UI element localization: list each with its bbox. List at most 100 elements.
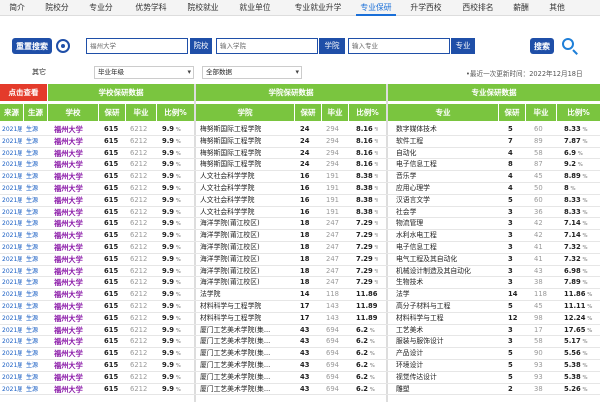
cell-major[interactable]: 物流管理: [396, 218, 496, 229]
cell-major[interactable]: 机械设计制造及其自动化: [396, 266, 496, 277]
school-button[interactable]: 院校: [190, 38, 212, 54]
college-input[interactable]: 输入学院: [216, 38, 318, 54]
table-row[interactable]: 2021届 生源 福州大学 615 6212 9.9 % 海洋学院(莆江校区) 18 247 7.…: [0, 277, 600, 290]
cell-origin[interactable]: 生源: [26, 348, 46, 359]
table-row[interactable]: 2021届 生源 福州大学 615 6212 9.9 % 材料科学与工程学院 17 143 11.…: [0, 301, 600, 313]
cell-major[interactable]: 数字媒体技术: [396, 124, 496, 135]
cell-college[interactable]: 海洋学院(莆江校区): [200, 242, 294, 253]
cell-origin[interactable]: 生源: [26, 360, 46, 371]
cell-school[interactable]: 福州大学: [54, 218, 96, 229]
cell-college[interactable]: 海洋学院(莆江校区): [200, 266, 294, 277]
table-row[interactable]: 2021届 生源 福州大学 615 6212 9.9 % 海洋学院(莆江校区) 18 247 7.…: [0, 242, 600, 254]
cell-origin[interactable]: 生源: [26, 372, 46, 383]
table-row[interactable]: 2021届 生源 福州大学 615 6212 9.9 % 厦门工艺美术学院(集... 43 69…: [0, 372, 600, 384]
cell-college[interactable]: 厦门工艺美术学院(集...: [200, 348, 294, 359]
cell-school[interactable]: 福州大学: [54, 384, 96, 395]
tab-salary[interactable]: 薪酬: [510, 2, 532, 16]
tab-school-employment[interactable]: 院校就业: [184, 2, 222, 16]
cell-college[interactable]: 梅努斯国际工程学院: [200, 159, 294, 170]
cell-major[interactable]: 电子信息工程: [396, 242, 496, 253]
cell-college[interactable]: 材料科学与工程学院: [200, 301, 294, 312]
tab-advantage[interactable]: 优势学科: [130, 2, 172, 16]
cell-year[interactable]: 2021届: [2, 301, 22, 312]
table-row[interactable]: 2021届 生源 福州大学 615 6212 9.9 % 海洋学院(莆江校区) 18 247 7.…: [0, 254, 600, 266]
cell-school[interactable]: 福州大学: [54, 159, 96, 170]
cell-major[interactable]: 应用心理学: [396, 183, 496, 194]
refresh-icon[interactable]: [56, 39, 70, 53]
cell-year[interactable]: 2021届: [2, 230, 22, 241]
table-row[interactable]: 2021届 生源 福州大学 615 6212 9.9 % 海洋学院(莆江校区) 18 247 7.…: [0, 230, 600, 242]
cell-college[interactable]: 厦门工艺美术学院(集...: [200, 325, 294, 336]
school-input[interactable]: 福州大学: [86, 38, 188, 54]
cell-year[interactable]: 2021届: [2, 207, 22, 218]
cell-major[interactable]: 水利水电工程: [396, 230, 496, 241]
table-row[interactable]: 2021届 生源 福州大学 615 6212 9.9 % 厦门工艺美术学院(集... 43 69…: [0, 325, 600, 337]
tab-school-score[interactable]: 院校分: [42, 2, 72, 16]
cell-school[interactable]: 福州大学: [54, 242, 96, 253]
cell-school[interactable]: 福州大学: [54, 372, 96, 383]
data-select[interactable]: 全部数据: [202, 66, 302, 79]
tab-intro[interactable]: 简介: [6, 2, 28, 16]
cell-school[interactable]: 福州大学: [54, 325, 96, 336]
table-row[interactable]: 2021届 生源 福州大学 615 6212 9.9 % 海洋学院(莆江校区) 18 247 7.…: [0, 218, 600, 231]
cell-year[interactable]: 2021届: [2, 159, 22, 170]
search-button[interactable]: 搜索: [530, 38, 554, 54]
table-row[interactable]: 2021届 生源 福州大学 615 6212 9.9 % 海洋学院(莆江校区) 18 247 7.…: [0, 266, 600, 278]
college-button[interactable]: 学院: [319, 38, 345, 54]
cell-origin[interactable]: 生源: [26, 148, 46, 159]
cell-college[interactable]: 人文社会科学学院: [200, 183, 294, 194]
major-input[interactable]: 输入专业: [348, 38, 450, 54]
click-view-header[interactable]: 点击查看: [0, 84, 47, 101]
cell-year[interactable]: 2021届: [2, 195, 22, 206]
cell-year[interactable]: 2021届: [2, 348, 22, 359]
cell-school[interactable]: 福州大学: [54, 313, 96, 324]
cell-school[interactable]: 福州大学: [54, 230, 96, 241]
cell-college[interactable]: 材料科学与工程学院: [200, 313, 294, 324]
tab-further-school[interactable]: 升学西校: [406, 2, 446, 16]
cell-year[interactable]: 2021届: [2, 218, 22, 229]
cell-origin[interactable]: 生源: [26, 336, 46, 347]
cell-year[interactable]: 2021届: [2, 372, 22, 383]
table-row[interactable]: 2021届 生源 福州大学 615 6212 9.9 % 人文社会科学学院 16 191 8.38…: [0, 195, 600, 207]
table-row[interactable]: 2021届生源 福州大学 615 6212 9.9 % 法学院 14 118 11.86 % 法学…: [0, 289, 600, 301]
cell-college[interactable]: 人文社会科学学院: [200, 207, 294, 218]
reset-search-button[interactable]: 重置搜索: [12, 38, 52, 54]
cell-school[interactable]: 福州大学: [54, 266, 96, 277]
year-select[interactable]: 毕业年级: [94, 66, 194, 79]
cell-year[interactable]: 2021届: [2, 148, 22, 159]
cell-origin[interactable]: 生源: [26, 159, 46, 170]
cell-year[interactable]: 2021届: [2, 277, 22, 288]
cell-college[interactable]: 厦门工艺美术学院(集...: [200, 360, 294, 371]
cell-major[interactable]: 材料科学与工程: [396, 313, 496, 324]
cell-origin[interactable]: 生源: [26, 195, 46, 206]
cell-origin[interactable]: 生源: [26, 242, 46, 253]
table-row[interactable]: 2021届 生源 福州大学 615 6212 9.9 % 梅努斯国际工程学院 24 294 8.1…: [0, 148, 600, 160]
table-row[interactable]: 2021届 生源 福州大学 615 6212 9.9 % 厦门工艺美术学院(集... 43 69…: [0, 336, 600, 349]
cell-college[interactable]: 厦门工艺美术学院(集...: [200, 336, 294, 347]
cell-school[interactable]: 福州大学: [54, 195, 96, 206]
table-row[interactable]: 2021届 生源 福州大学 615 6212 9.9 % 人文社会科学学院 16 191 8.38…: [0, 207, 600, 219]
tab-major-employment[interactable]: 专业就业升学: [290, 2, 346, 16]
cell-school[interactable]: 福州大学: [54, 360, 96, 371]
cell-major[interactable]: 社会学: [396, 207, 496, 218]
cell-year[interactable]: 2021届: [2, 313, 22, 324]
cell-origin[interactable]: 生源: [26, 207, 46, 218]
cell-year[interactable]: 2021届: [2, 266, 22, 277]
cell-origin[interactable]: 生源: [26, 277, 46, 288]
cell-major[interactable]: 汉语言文学: [396, 195, 496, 206]
cell-school[interactable]: 福州大学: [54, 207, 96, 218]
cell-origin[interactable]: 生源: [26, 289, 46, 300]
cell-major[interactable]: 环境设计: [396, 360, 496, 371]
cell-college[interactable]: 人文社会科学学院: [200, 195, 294, 206]
cell-college[interactable]: 海洋学院(莆江校区): [200, 230, 294, 241]
tab-other[interactable]: 其他: [546, 2, 568, 16]
tab-baoyan[interactable]: 专业保研: [356, 2, 396, 16]
table-row[interactable]: 2021届 生源 福州大学 615 6212 9.9 % 厦门工艺美术学院(集... 43 69…: [0, 348, 600, 360]
cell-origin[interactable]: 生源: [26, 301, 46, 312]
cell-origin[interactable]: 生源: [26, 230, 46, 241]
cell-year[interactable]: 2021届: [2, 325, 22, 336]
cell-major[interactable]: 法学: [396, 289, 496, 300]
cell-major[interactable]: 产品设计: [396, 348, 496, 359]
cell-origin[interactable]: 生源: [26, 136, 46, 147]
cell-school[interactable]: 福州大学: [54, 254, 96, 265]
